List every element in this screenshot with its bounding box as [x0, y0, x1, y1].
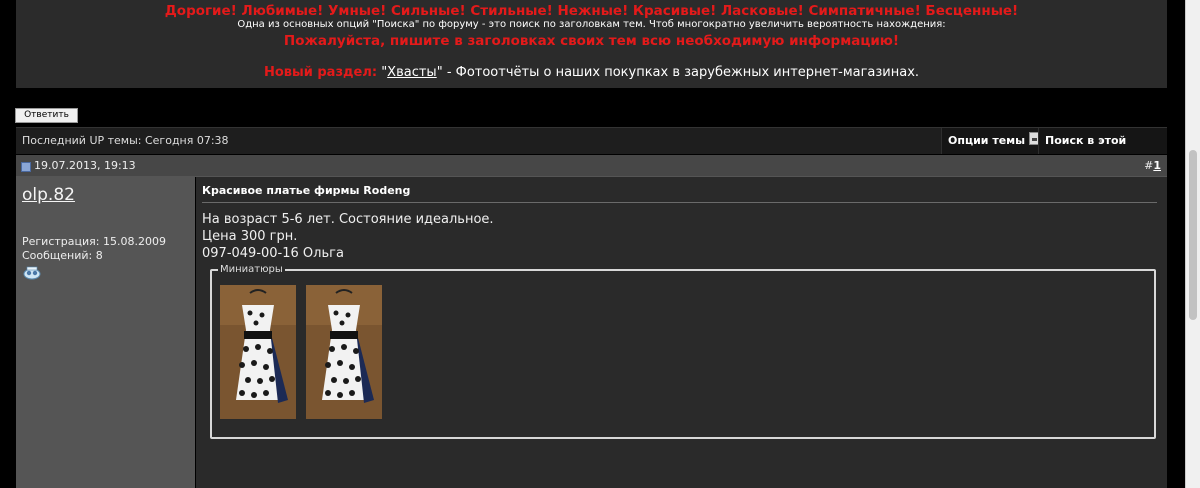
- last-up-time: Последний UP темы: Сегодня 07:38: [22, 134, 229, 147]
- post-status-icon: [21, 162, 31, 172]
- new-section-link[interactable]: Хвасты: [387, 65, 437, 80]
- post-number: #1: [1144, 159, 1161, 172]
- post-body: Красивое платье фирмы Rodeng На возраст …: [196, 177, 1167, 488]
- user-registration: Регистрация: 15.08.2009: [22, 235, 166, 248]
- post-user-info: olp.82 Регистрация: 15.08.2009 Сообщений…: [16, 177, 195, 488]
- reply-button[interactable]: Ответить: [15, 108, 78, 123]
- notice-title-request: Пожалуйста, пишите в заголовках своих те…: [283, 33, 900, 49]
- page-right-margin: [1167, 0, 1186, 488]
- post-permalink[interactable]: 1: [1153, 159, 1161, 172]
- thumbnail-dress-1[interactable]: [220, 285, 296, 419]
- thread-options-menu[interactable]: Опции темы: [941, 128, 1051, 154]
- search-thread-menu[interactable]: Поиск в этой теме: [1038, 128, 1167, 173]
- post-date: 19.07.2013, 19:13: [34, 159, 136, 172]
- send-message-icon[interactable]: [22, 265, 42, 280]
- post-title: Красивое платье фирмы Rodeng: [202, 184, 411, 197]
- user-message-count: Сообщений: 8: [22, 249, 103, 262]
- new-section-desc: " - Фотоотчёты о наших покупках в зарубе…: [436, 65, 920, 80]
- thread-options-label: Опции темы: [948, 134, 1026, 147]
- thread-tools-bar: Последний UP темы: Сегодня 07:38 Опции т…: [16, 127, 1167, 173]
- notice-greeting: Дорогие! Любимые! Умные! Сильные! Стильн…: [164, 3, 1019, 19]
- post-number-prefix: #: [1144, 159, 1154, 172]
- thumbnails-legend: Миниатюры: [220, 264, 283, 275]
- post-line: Цена 300 грн.: [202, 229, 298, 244]
- post-title-divider: [202, 202, 1157, 203]
- post-message: На возраст 5-6 лет. Состояние идеальное.…: [202, 211, 494, 262]
- post-header: 19.07.2013, 19:13 #1: [16, 155, 1167, 177]
- vertical-scrollbar[interactable]: [1185, 0, 1200, 488]
- thumbnails-box: Миниатюры: [210, 264, 1156, 439]
- username-link[interactable]: olp.82: [22, 185, 75, 205]
- notice-new-section: Новый раздел: "Хвасты" - Фотоотчёты о на…: [16, 65, 1167, 80]
- thumbnail-dress-2[interactable]: [306, 285, 382, 419]
- post-line: На возраст 5-6 лет. Состояние идеальное.: [202, 212, 494, 227]
- notice-search-tip: Одна из основных опций "Поиска" по форум…: [237, 19, 946, 30]
- new-section-label: Новый раздел:: [263, 65, 378, 80]
- forum-notice-panel: Дорогие! Любимые! Умные! Сильные! Стильн…: [16, 0, 1167, 88]
- user-meta: Регистрация: 15.08.2009 Сообщений: 8: [22, 235, 166, 263]
- scrollbar-thumb[interactable]: [1189, 150, 1197, 320]
- post-line: 097-049-00-16 Ольга: [202, 246, 344, 261]
